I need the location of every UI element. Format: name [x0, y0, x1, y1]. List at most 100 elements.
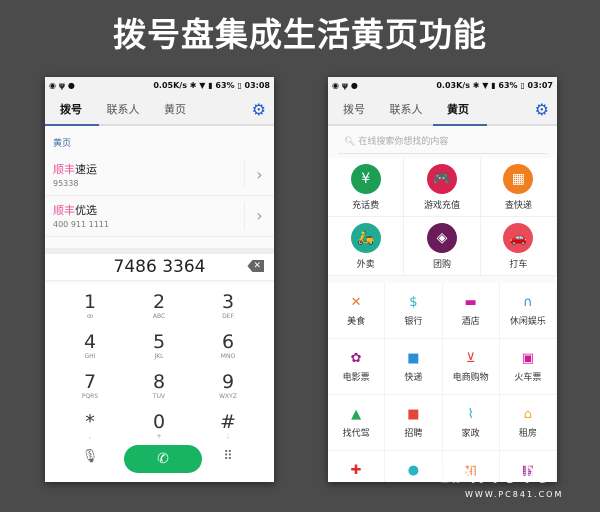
- tab-bar: 拨号 联系人 黄页 ⚙: [328, 93, 557, 126]
- category-label: 电商购物: [452, 373, 489, 383]
- search-input[interactable]: 🔍︎ 在线搜索你想找的内容: [338, 132, 547, 154]
- service-icon: ▦: [503, 164, 534, 194]
- category-icon: ▬: [464, 295, 477, 310]
- category-0[interactable]: ✕ 美食: [328, 283, 386, 339]
- key-4[interactable]: 4 GHI: [52, 331, 128, 360]
- key-7[interactable]: 7 PQRS: [52, 371, 128, 400]
- key-letters: ;: [226, 433, 230, 440]
- search-icon: 🔍︎: [344, 137, 356, 147]
- tab-bar: 拨号 联系人 黄页 ⚙: [45, 93, 274, 126]
- watermark-logo: 电脑百事网: [428, 458, 548, 486]
- tab-yellow-pages[interactable]: 黄页: [149, 101, 201, 117]
- category-icon: ⌂: [523, 407, 532, 422]
- key-letters: GHI: [84, 353, 96, 360]
- category-label: 电影票: [342, 373, 370, 383]
- category-1[interactable]: $ 银行: [385, 283, 443, 339]
- service-3[interactable]: 🛵 外卖: [328, 217, 405, 276]
- category-icon: ■: [407, 407, 420, 422]
- key-5[interactable]: 5 JKL: [121, 331, 197, 360]
- service-1[interactable]: 🎮 游戏充值: [404, 158, 481, 217]
- chevron-right-icon[interactable]: ›: [244, 161, 274, 189]
- key-digit: 8: [152, 371, 166, 393]
- page-title: 拨号盘集成生活黄页功能: [113, 15, 487, 54]
- key-*[interactable]: *,: [52, 411, 128, 440]
- category-10[interactable]: ⌇ 家政: [442, 395, 500, 451]
- service-label: 团购: [432, 260, 451, 270]
- category-6[interactable]: ⊻ 电商购物: [442, 339, 500, 395]
- key-1[interactable]: 1ꝏ: [52, 291, 128, 320]
- service-5[interactable]: 🚗 打车: [480, 217, 557, 276]
- key-digit: #: [220, 411, 236, 433]
- yellow-pages-screen: ◉ ψ ● 0.03K/s ✱ ▼ ▮ 63% ▯ 03:07 拨号 联系人 黄页…: [328, 77, 557, 482]
- key-digit: 1: [83, 291, 97, 313]
- key-digit: 9: [221, 371, 235, 393]
- key-digit: *: [85, 411, 95, 433]
- category-label: 家政: [461, 429, 480, 439]
- dialpad-icon[interactable]: ⠿: [190, 449, 266, 464]
- service-label: 打车: [509, 260, 528, 270]
- tab-dialer[interactable]: 拨号: [328, 101, 380, 117]
- tab-dialer[interactable]: 拨号: [45, 101, 97, 117]
- category-icon: ⌇: [467, 407, 474, 422]
- tab-yellow-pages[interactable]: 黄页: [432, 101, 484, 117]
- category-3[interactable]: ∩ 休闲娱乐: [499, 283, 557, 339]
- key-letters: JKL: [154, 353, 164, 360]
- status-bar: ◉ ψ ● 0.05K/s ✱ ▼ ▮ 63% ▯ 03:08: [45, 77, 274, 93]
- category-5[interactable]: ■ 快递: [385, 339, 443, 395]
- key-letters: +: [156, 433, 162, 440]
- section-label: 黄页: [53, 139, 72, 149]
- category-label: 酒店: [461, 317, 480, 327]
- key-digit: 3: [221, 291, 235, 313]
- key-letters: ,: [89, 433, 91, 440]
- category-icon: ▲: [351, 407, 362, 422]
- category-4[interactable]: ✿ 电影票: [328, 339, 386, 395]
- list-item[interactable]: 顺丰优选 400 911 1111 ›: [45, 196, 274, 237]
- category-8[interactable]: ▲ 找代驾: [328, 395, 386, 451]
- microphone-icon[interactable]: 🎙: [52, 449, 128, 464]
- category-icon: ■: [407, 351, 420, 366]
- category-icon: ⊻: [465, 351, 476, 366]
- list-item[interactable]: 顺丰速运 95338 ›: [45, 155, 274, 196]
- category-11[interactable]: ⌂ 租房: [499, 395, 557, 451]
- key-#[interactable]: #;: [190, 411, 266, 440]
- key-8[interactable]: 8 TUV: [121, 371, 197, 400]
- category-7[interactable]: ▣ 火车票: [499, 339, 557, 395]
- category-12[interactable]: ✚: [328, 451, 386, 482]
- number-display[interactable]: 7486 3364 ✕: [45, 248, 274, 281]
- category-icon: ▣: [521, 351, 535, 366]
- status-bar: ◉ ψ ● 0.03K/s ✱ ▼ ▮ 63% ▯ 03:07: [328, 77, 557, 93]
- phone-icon: ✆: [157, 451, 169, 467]
- tab-contacts[interactable]: 联系人: [380, 101, 432, 117]
- category-2[interactable]: ▬ 酒店: [442, 283, 500, 339]
- service-0[interactable]: ¥ 充话费: [328, 158, 405, 217]
- gear-icon[interactable]: ⚙: [535, 100, 549, 119]
- key-digit: 0: [152, 411, 166, 433]
- category-icon: ∩: [523, 295, 533, 310]
- key-9[interactable]: 9 WXYZ: [190, 371, 266, 400]
- keypad: 🎙 ✆ ⠿ 1 ꝏ 2 ABC 3 DEF 4 GHI 5 JKL 6 MNO 7 PQRS 8 TUV 9 WX…: [45, 283, 274, 482]
- category-9[interactable]: ■ 招聘: [385, 395, 443, 451]
- key-digit: 5: [152, 331, 166, 353]
- chevron-right-icon[interactable]: ›: [244, 202, 274, 230]
- tab-contacts[interactable]: 联系人: [97, 101, 149, 117]
- backspace-icon[interactable]: ✕: [247, 260, 264, 272]
- service-label: 游戏充值: [423, 201, 460, 211]
- service-grid: ¥ 充话费 🎮 游戏充值 ▦ 查快递 🛵 外卖 ◈ 团购 🚗 打车: [328, 158, 557, 276]
- category-label: 银行: [404, 317, 423, 327]
- service-label: 查快递: [504, 201, 532, 211]
- key-6[interactable]: 6 MNO: [190, 331, 266, 360]
- category-label: 火车票: [514, 373, 542, 383]
- key-letters: MNO: [220, 353, 236, 360]
- category-label: 休闲娱乐: [509, 317, 546, 327]
- gear-icon[interactable]: ⚙: [252, 100, 266, 119]
- key-3[interactable]: 3 DEF: [190, 291, 266, 320]
- service-icon: 🎮: [426, 164, 457, 194]
- key-2[interactable]: 2 ABC: [121, 291, 197, 320]
- service-4[interactable]: ◈ 团购: [404, 217, 481, 276]
- service-2[interactable]: ▦ 查快递: [480, 158, 557, 217]
- key-letters: WXYZ: [219, 393, 237, 400]
- key-letters: ABC: [152, 313, 166, 320]
- watermark-url: WWW.PC841.COM: [465, 490, 564, 499]
- key-0[interactable]: 0 +: [121, 411, 197, 440]
- category-icon: ✕: [350, 295, 362, 310]
